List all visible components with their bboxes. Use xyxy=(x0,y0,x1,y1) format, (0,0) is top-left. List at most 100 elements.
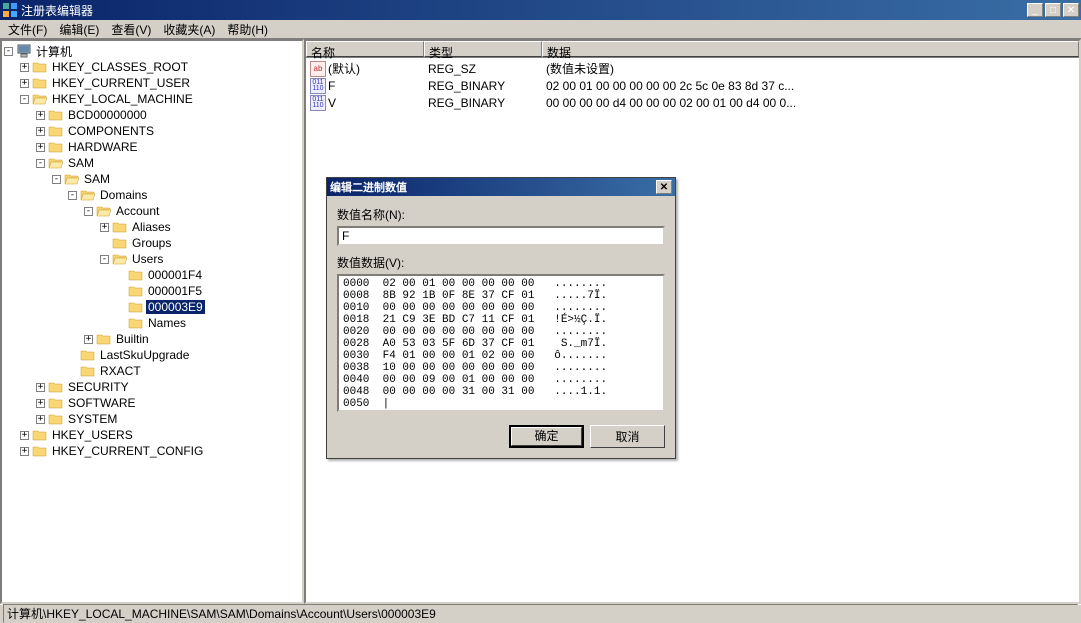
tree-node[interactable]: + Builtin xyxy=(4,331,300,347)
tree-label[interactable]: SAM xyxy=(82,172,112,186)
tree-label[interactable]: HKEY_CURRENT_USER xyxy=(50,76,192,90)
tree-label[interactable]: 计算机 xyxy=(34,43,74,60)
statusbar-path: 计算机\HKEY_LOCAL_MACHINE\SAM\SAM\Domains\A… xyxy=(3,604,1078,623)
tree-toggle[interactable]: + xyxy=(100,223,109,232)
tree-label[interactable]: Names xyxy=(146,316,188,330)
folder-open-icon xyxy=(112,252,128,266)
tree-node[interactable]: + SOFTWARE xyxy=(4,395,300,411)
tree-node[interactable]: - Account xyxy=(4,203,300,219)
tree-label[interactable]: LastSkuUpgrade xyxy=(98,348,191,362)
tree-label[interactable]: Aliases xyxy=(130,220,173,234)
list-row[interactable]: 011110VREG_BINARY00 00 00 00 d4 00 00 00… xyxy=(306,94,1079,111)
folder-icon xyxy=(112,236,128,250)
tree-toggle[interactable]: + xyxy=(20,431,29,440)
tree-node[interactable]: 000001F5 xyxy=(4,283,300,299)
tree-label[interactable]: Domains xyxy=(98,188,149,202)
ok-button[interactable]: 确定 xyxy=(509,425,584,448)
tree-label[interactable]: Builtin xyxy=(114,332,151,346)
folder-icon xyxy=(112,220,128,234)
menu-edit[interactable]: 编辑(E) xyxy=(53,20,105,39)
tree-node[interactable]: + SECURITY xyxy=(4,379,300,395)
tree-node[interactable]: LastSkuUpgrade xyxy=(4,347,300,363)
tree-node[interactable]: - Domains xyxy=(4,187,300,203)
tree-node[interactable]: 000001F4 xyxy=(4,267,300,283)
tree-node[interactable]: - Users xyxy=(4,251,300,267)
tree-node[interactable]: 000003E9 xyxy=(4,299,300,315)
menu-help[interactable]: 帮助(H) xyxy=(221,20,274,39)
cancel-button[interactable]: 取消 xyxy=(590,425,665,448)
tree-label[interactable]: Groups xyxy=(130,236,173,250)
tree-toggle[interactable]: + xyxy=(36,111,45,120)
tree-label[interactable]: HKEY_CLASSES_ROOT xyxy=(50,60,190,74)
tree-toggle[interactable]: - xyxy=(20,95,29,104)
tree-label[interactable]: Users xyxy=(130,252,165,266)
tree-label[interactable]: BCD00000000 xyxy=(66,108,149,122)
tree-label[interactable]: SECURITY xyxy=(66,380,131,394)
tree-node[interactable]: + SYSTEM xyxy=(4,411,300,427)
tree-node[interactable]: + Aliases xyxy=(4,219,300,235)
tree-label[interactable]: HKEY_USERS xyxy=(50,428,135,442)
tree-toggle[interactable]: + xyxy=(36,415,45,424)
tree-label[interactable]: HKEY_LOCAL_MACHINE xyxy=(50,92,195,106)
tree-toggle[interactable]: + xyxy=(20,79,29,88)
tree-label[interactable]: COMPONENTS xyxy=(66,124,156,138)
dialog-titlebar[interactable]: 编辑二进制数值 ✕ xyxy=(327,178,675,196)
tree-label[interactable]: 000001F4 xyxy=(146,268,204,282)
dialog-close-button[interactable]: ✕ xyxy=(656,180,672,194)
list-row[interactable]: ab(默认)REG_SZ(数值未设置) xyxy=(306,60,1079,77)
tree-label[interactable]: Account xyxy=(114,204,161,218)
tree-toggle[interactable]: - xyxy=(68,191,77,200)
tree-node[interactable]: - SAM xyxy=(4,171,300,187)
tree-label[interactable]: SYSTEM xyxy=(66,412,119,426)
menu-file[interactable]: 文件(F) xyxy=(2,20,53,39)
tree-node[interactable]: + HKEY_USERS xyxy=(4,427,300,443)
tree-toggle[interactable]: - xyxy=(4,47,13,56)
col-name[interactable]: 名称 xyxy=(306,41,424,57)
col-type[interactable]: 类型 xyxy=(424,41,542,57)
tree-toggle[interactable]: + xyxy=(20,63,29,72)
value-data-textarea[interactable] xyxy=(337,274,665,412)
tree-node[interactable]: + HKEY_CURRENT_USER xyxy=(4,75,300,91)
tree-toggle[interactable]: - xyxy=(100,255,109,264)
computer-icon xyxy=(16,44,32,58)
menu-favorites[interactable]: 收藏夹(A) xyxy=(157,20,221,39)
tree-label[interactable]: 000003E9 xyxy=(146,300,205,314)
tree-label[interactable]: SAM xyxy=(66,156,96,170)
tree-label[interactable]: HKEY_CURRENT_CONFIG xyxy=(50,444,205,458)
tree-node[interactable]: + HKEY_CURRENT_CONFIG xyxy=(4,443,300,459)
tree-toggle[interactable]: + xyxy=(36,383,45,392)
tree-toggle[interactable]: + xyxy=(36,399,45,408)
window-title: 注册表编辑器 xyxy=(21,2,1027,19)
tree-toggle[interactable]: + xyxy=(36,127,45,136)
minimize-button[interactable]: _ xyxy=(1027,3,1043,17)
tree-label[interactable]: 000001F5 xyxy=(146,284,204,298)
tree-node[interactable]: - SAM xyxy=(4,155,300,171)
tree-toggle[interactable]: + xyxy=(20,447,29,456)
tree-node[interactable]: + HARDWARE xyxy=(4,139,300,155)
tree-panel[interactable]: - 计算机 + HKEY_CLASSES_ROOT + HKEY_CURRENT_USER… xyxy=(0,39,304,604)
folder-icon xyxy=(48,124,64,138)
tree-node[interactable]: + COMPONENTS xyxy=(4,123,300,139)
close-button[interactable]: ✕ xyxy=(1063,3,1079,17)
tree-toggle[interactable]: + xyxy=(84,335,93,344)
tree-label[interactable]: SOFTWARE xyxy=(66,396,138,410)
tree-node[interactable]: + HKEY_CLASSES_ROOT xyxy=(4,59,300,75)
list-row[interactable]: 011110FREG_BINARY02 00 01 00 00 00 00 00… xyxy=(306,77,1079,94)
tree-node[interactable]: + BCD00000000 xyxy=(4,107,300,123)
tree-toggle[interactable]: - xyxy=(84,207,93,216)
tree-label[interactable]: RXACT xyxy=(98,364,143,378)
tree-node[interactable]: - HKEY_LOCAL_MACHINE xyxy=(4,91,300,107)
value-name-input[interactable] xyxy=(337,226,665,246)
tree-node[interactable]: Names xyxy=(4,315,300,331)
tree-node[interactable]: RXACT xyxy=(4,363,300,379)
edit-binary-dialog: 编辑二进制数值 ✕ 数值名称(N): 数值数据(V): 确定 取消 xyxy=(326,177,676,459)
maximize-button[interactable]: □ xyxy=(1045,3,1061,17)
col-data[interactable]: 数据 xyxy=(542,41,1079,57)
tree-toggle[interactable]: - xyxy=(36,159,45,168)
menu-view[interactable]: 查看(V) xyxy=(105,20,157,39)
tree-toggle[interactable]: + xyxy=(36,143,45,152)
tree-toggle[interactable]: - xyxy=(52,175,61,184)
tree-node[interactable]: - 计算机 xyxy=(4,43,300,59)
tree-label[interactable]: HARDWARE xyxy=(66,140,140,154)
tree-node[interactable]: Groups xyxy=(4,235,300,251)
